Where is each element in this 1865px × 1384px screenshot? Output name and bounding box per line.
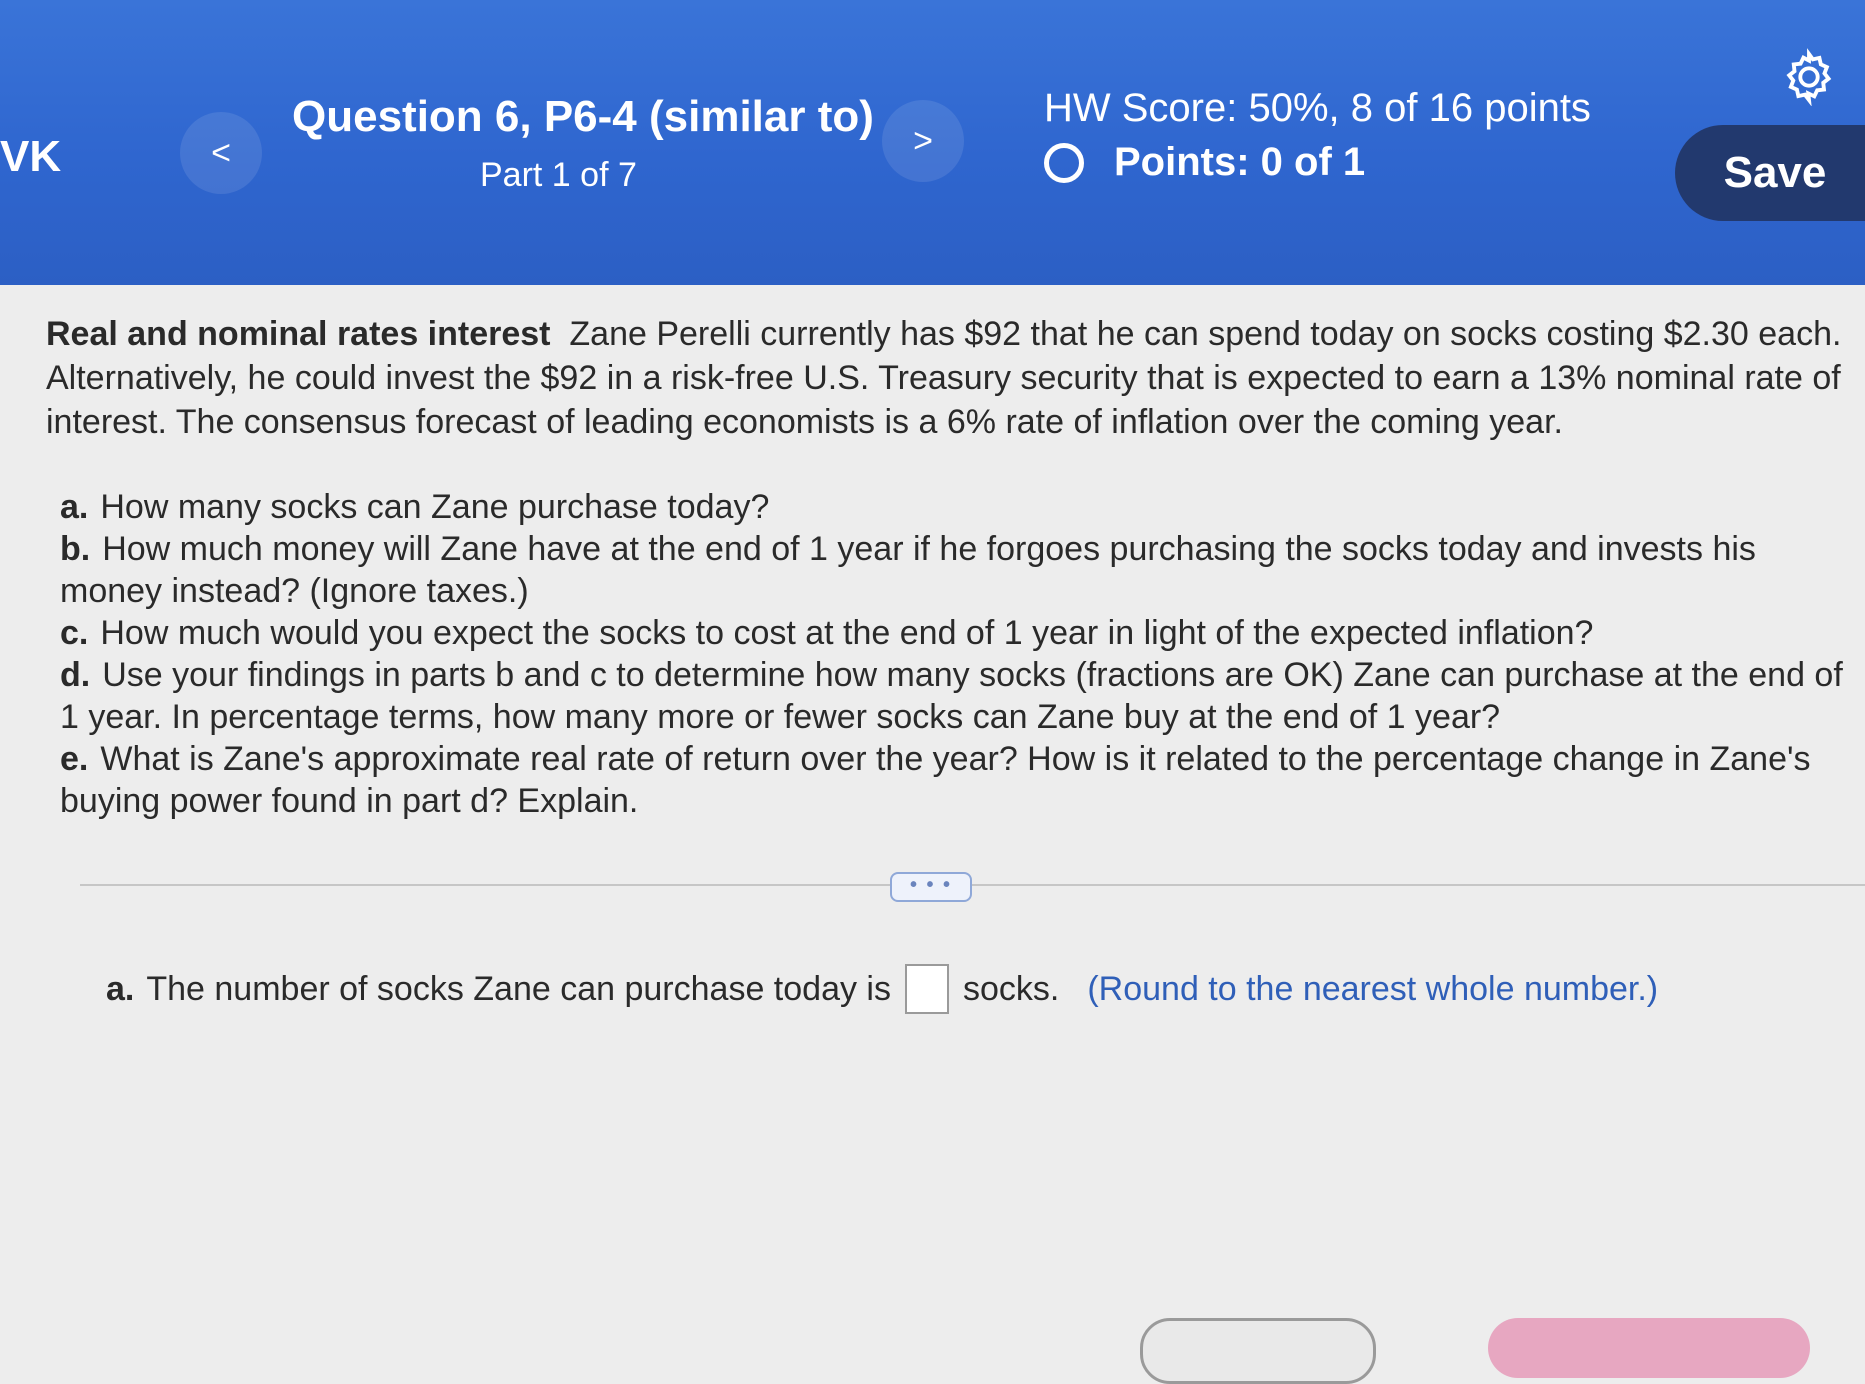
check-answer-button[interactable] [1488,1318,1810,1378]
question-part-d: d. Use your findings in parts b and c to … [60,656,1843,736]
question-part-a: a. How many socks can Zane purchase today… [60,488,770,526]
clear-all-button[interactable] [1140,1318,1376,1384]
answer-letter: a. [106,969,135,1008]
next-question-button[interactable]: > [882,100,964,182]
problem-statement: Real and nominal rates interest Zane Per… [46,312,1846,444]
previous-question-button[interactable]: < [180,112,262,194]
points-text: Points: 0 of 1 [1114,140,1366,184]
question-header: VK < Question 6, P6-4 (similar to) Part … [0,0,1865,285]
problem-topic: Real and nominal rates interest [46,315,551,353]
question-part-e: e. What is Zane's approximate real rate o… [60,740,1811,820]
answer-row-a: a. The number of socks Zane can purchase… [106,964,1658,1014]
question-parts-list: a. How many socks can Zane purchase today… [60,486,1846,822]
question-body: Real and nominal rates interest Zane Per… [46,312,1846,822]
circle-icon [1044,142,1084,183]
question-part-c: c. How much would you expect the socks to… [60,614,1594,652]
expand-more-button[interactable]: • • • [890,872,972,902]
hw-score: HW Score: 50%, 8 of 16 points [1044,86,1591,130]
chevron-right-icon: > [913,121,933,160]
question-part-b: b. How much money will Zane have at the e… [60,530,1756,610]
rounding-hint: (Round to the nearest whole number.) [1087,969,1659,1008]
socks-answer-input[interactable] [904,964,949,1014]
answer-suffix: socks. [962,969,1060,1008]
question-part-indicator: Part 1 of 7 [480,156,637,194]
section-divider [80,884,1865,886]
points-status: Points: 0 of 1 [1044,140,1365,185]
gear-icon[interactable] [1780,48,1838,106]
chevron-left-icon: < [211,133,231,172]
answer-prefix: The number of socks Zane can purchase to… [146,969,891,1008]
homework-label: VK [0,132,62,181]
question-title: Question 6, P6-4 (similar to) [292,92,874,141]
save-button[interactable]: Save [1675,125,1865,221]
